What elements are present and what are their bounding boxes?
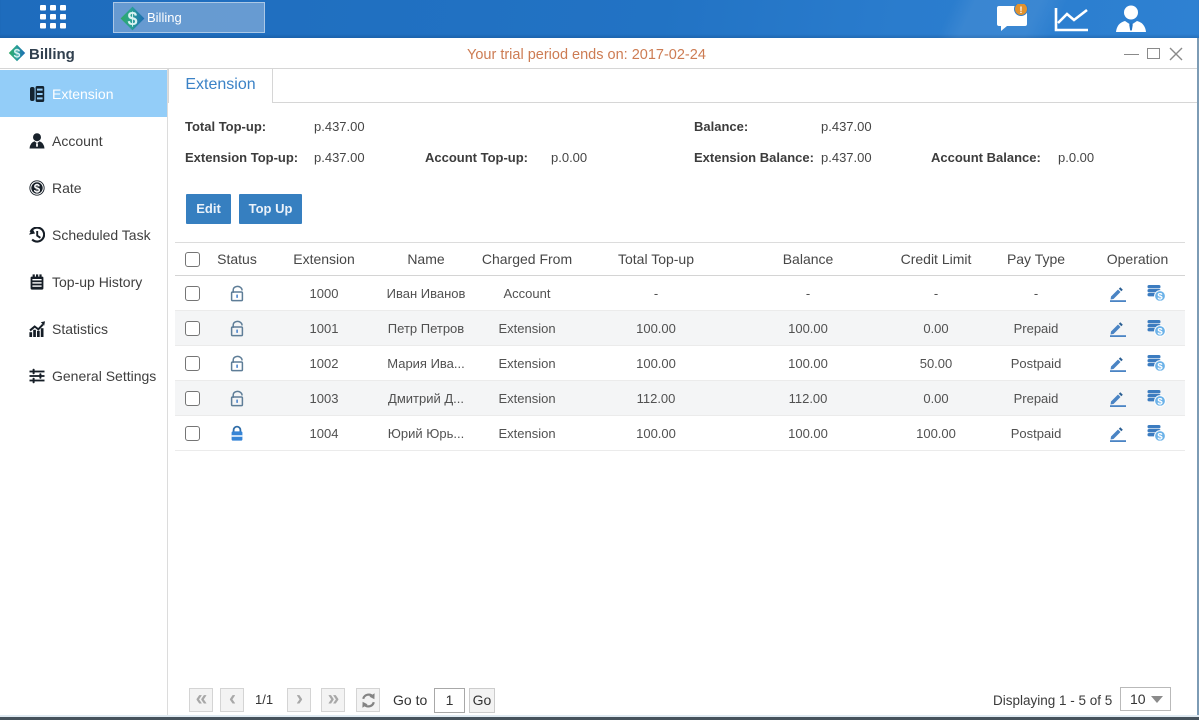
svg-text:!: ! [1020, 5, 1023, 15]
svg-text:$: $ [34, 183, 41, 195]
svg-text:$: $ [1157, 291, 1163, 302]
svg-text:$: $ [14, 46, 21, 60]
svg-text:$: $ [1157, 361, 1163, 372]
svg-text:$: $ [1157, 396, 1163, 407]
svg-text:$: $ [1157, 431, 1163, 442]
svg-text:$: $ [1157, 326, 1163, 337]
svg-text:$: $ [127, 9, 137, 29]
